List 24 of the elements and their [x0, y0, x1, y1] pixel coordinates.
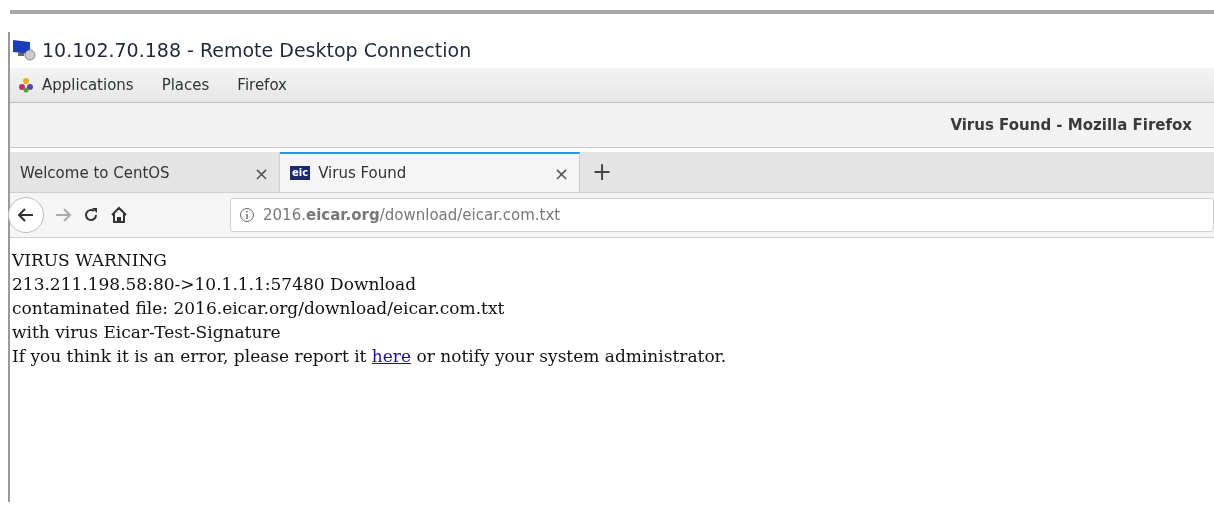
close-tab-button[interactable]: × [253, 162, 269, 184]
monitor-icon [12, 39, 36, 61]
message-line: contaminated file: 2016.eicar.org/download/eicar.com.txt [12, 297, 506, 320]
favicon: eic [290, 166, 311, 180]
back-button[interactable] [8, 197, 44, 233]
window-title: 10.102.70.188 - Remote Desktop Connection [42, 39, 472, 61]
menu-item[interactable]: Firefox [237, 76, 287, 94]
message-line: with virus Eicar-Test-Signature [12, 321, 282, 344]
info-icon[interactable] [239, 207, 255, 223]
back-arrow-icon[interactable] [17, 207, 35, 223]
reload-icon[interactable] [82, 206, 100, 224]
close-tab-button[interactable]: × [553, 162, 569, 184]
new-tab-button[interactable]: + [580, 158, 625, 186]
home-icon[interactable] [110, 206, 128, 224]
browser-tab[interactable]: eic Virus Found × [280, 152, 580, 192]
message-line: VIRUS WARNING [12, 249, 168, 272]
message-line: 213.211.198.58:80->10.1.1.1:57480 Download [12, 273, 418, 296]
message-line: If you think it is an error, please report it here or notify your system administrator. [12, 345, 728, 368]
menu-item[interactable]: Applications [42, 76, 134, 94]
applications-icon [18, 77, 34, 93]
address-bar[interactable]: 2016.eicar.org/download/eicar.com.txt [230, 198, 1214, 232]
report-link[interactable]: here [371, 346, 412, 366]
browser-title: Virus Found - Mozilla Firefox [950, 116, 1192, 134]
menu-item[interactable]: Places [161, 76, 210, 94]
